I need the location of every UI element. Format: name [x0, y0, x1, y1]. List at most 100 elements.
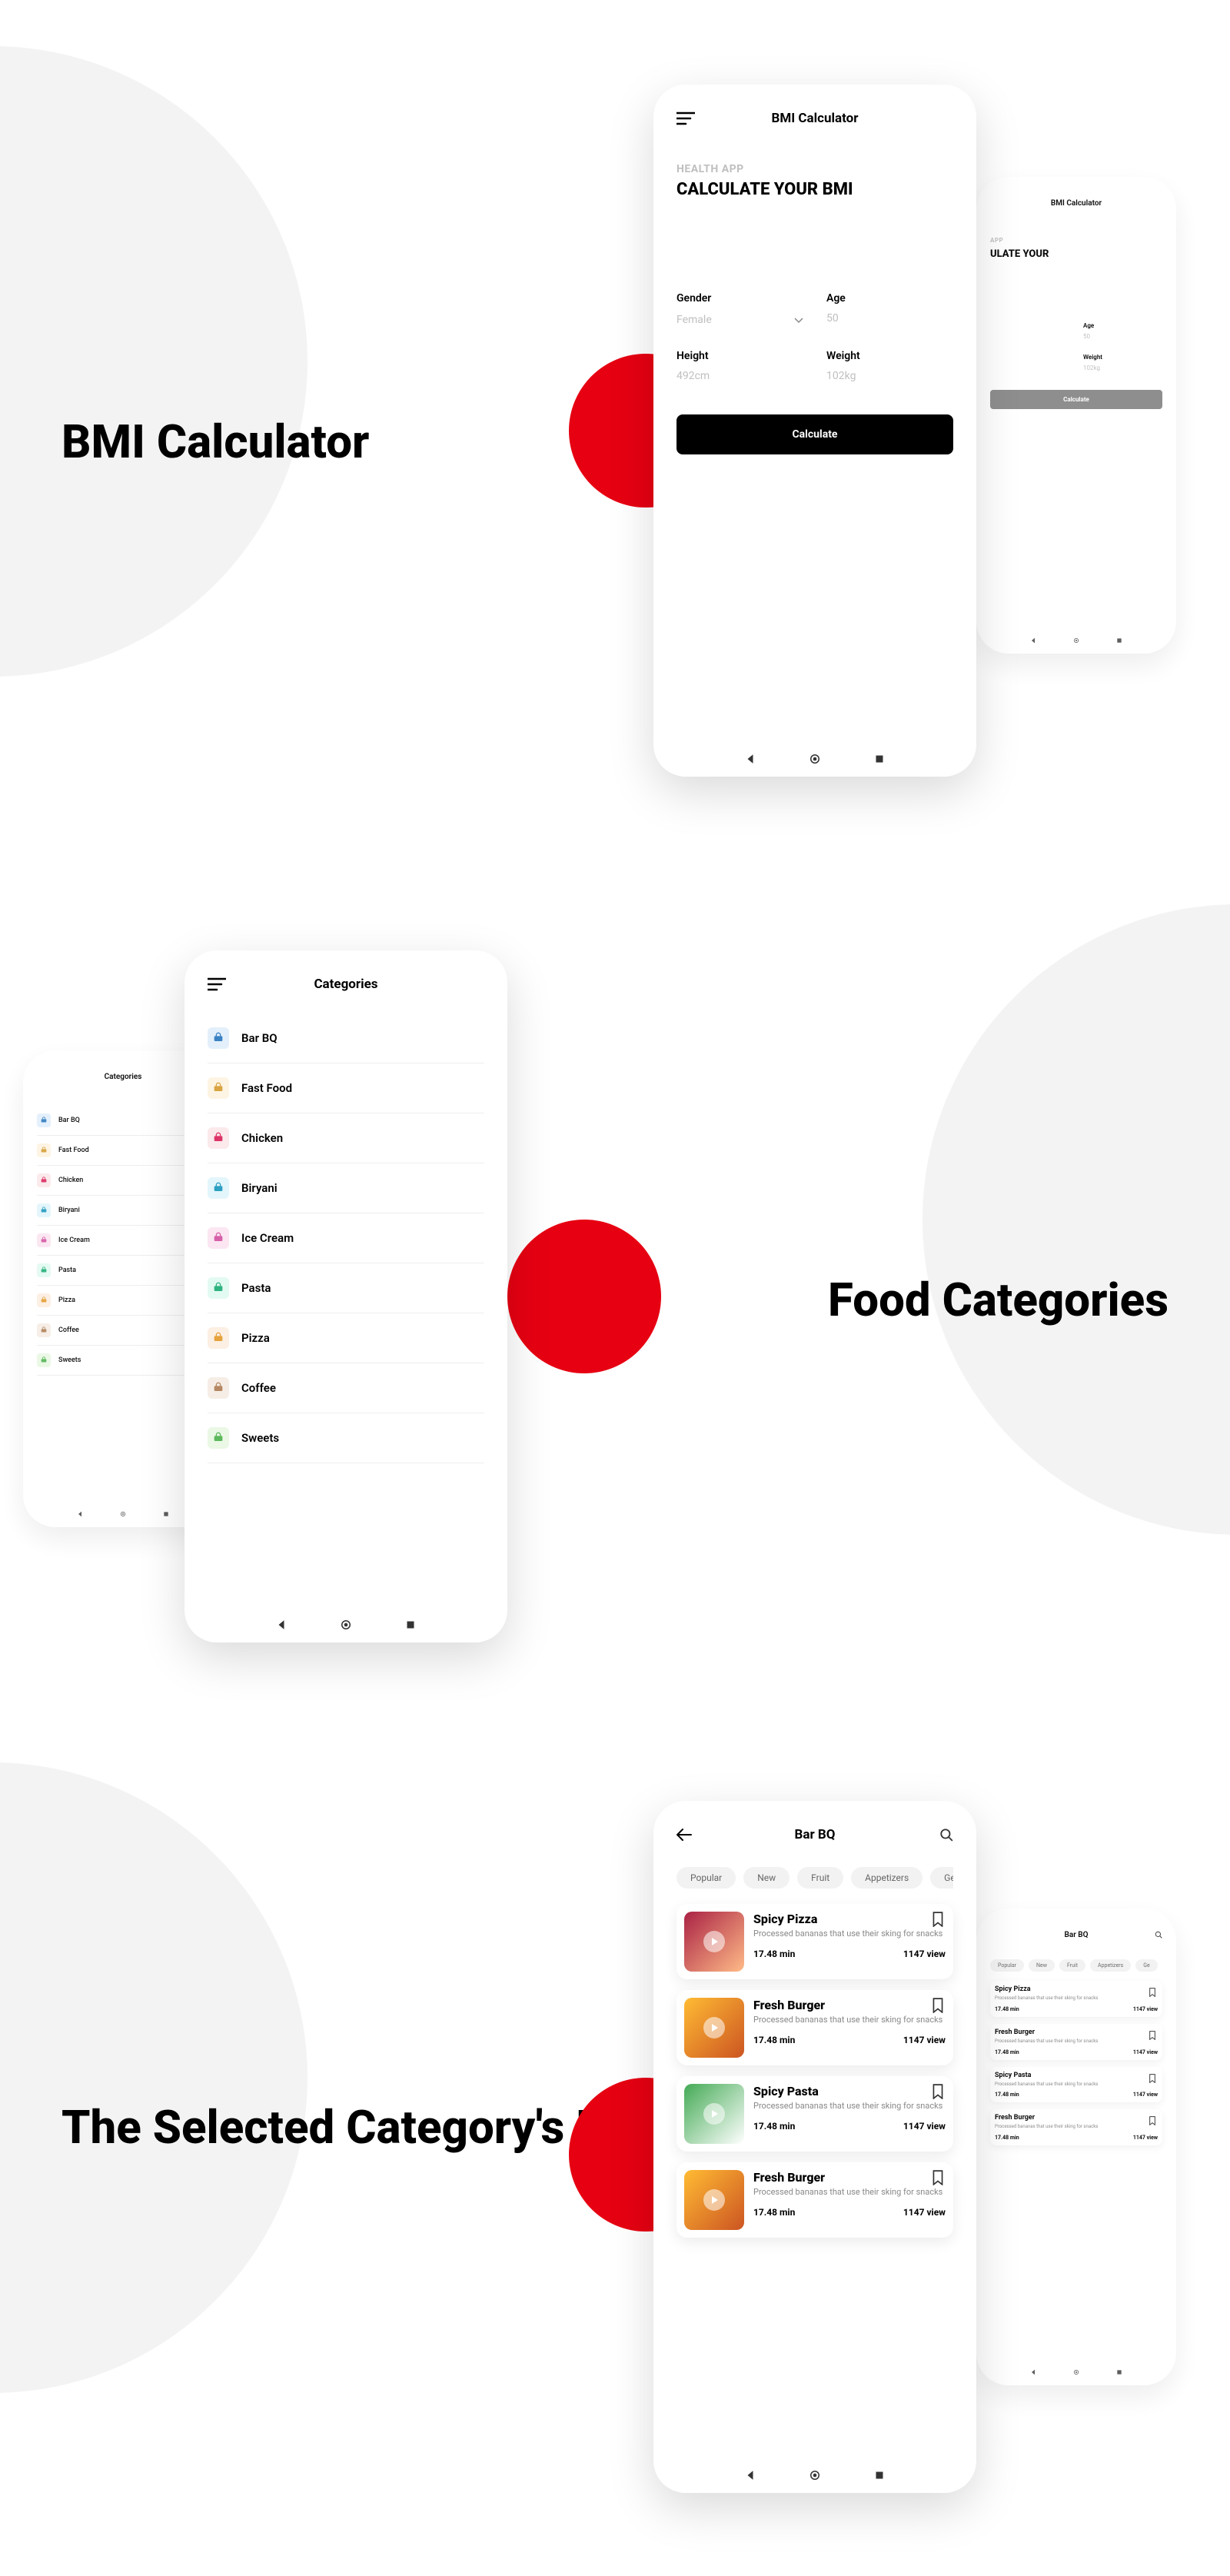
nav-recent-icon[interactable]: [405, 1619, 416, 1630]
bookmark-icon[interactable]: [932, 2084, 944, 2102]
category-item[interactable]: Sweets: [37, 1346, 209, 1376]
category-item[interactable]: Pizza: [37, 1286, 209, 1316]
field-age[interactable]: Age 50: [1083, 322, 1162, 340]
nav-back-icon[interactable]: [1028, 635, 1039, 646]
nav-back-icon[interactable]: [276, 1619, 287, 1630]
food-card[interactable]: Fresh BurgerProcessed bananas that use t…: [676, 2162, 953, 2238]
category-item[interactable]: Pasta: [208, 1263, 484, 1313]
filter-chip[interactable]: Fruit: [797, 1867, 843, 1889]
nav-recent-icon[interactable]: [1114, 2367, 1125, 2378]
menu-icon[interactable]: [208, 977, 226, 991]
calculate-button[interactable]: Calculate: [676, 414, 953, 454]
category-item[interactable]: Pasta: [37, 1256, 209, 1286]
header-title: Bar BQ: [1064, 1931, 1088, 1939]
play-icon[interactable]: [703, 2103, 725, 2125]
android-nav: [653, 2470, 976, 2481]
category-item[interactable]: Ice Cream: [208, 1213, 484, 1263]
nav-back-icon[interactable]: [745, 2470, 756, 2481]
filter-chip[interactable]: Ge: [1135, 1959, 1157, 1972]
food-views: 1147 view: [903, 2121, 946, 2132]
food-card[interactable]: Fresh BurgerProcessed bananas that use t…: [990, 2109, 1162, 2145]
field-gender[interactable]: Gender Female: [676, 292, 803, 327]
food-card[interactable]: Fresh Burger Processed bananas that use t…: [990, 2024, 1162, 2060]
bookmark-icon[interactable]: [932, 1912, 944, 1930]
section-title: Food Categories: [828, 1273, 1168, 1326]
search-icon[interactable]: [939, 1828, 953, 1842]
food-card[interactable]: Spicy PastaProcessed bananas that use th…: [676, 2076, 953, 2152]
play-icon[interactable]: [703, 2017, 725, 2039]
category-item[interactable]: Chicken: [208, 1113, 484, 1163]
back-arrow-icon[interactable]: [676, 1829, 692, 1841]
filter-chip[interactable]: New: [743, 1867, 790, 1889]
category-item[interactable]: Chicken: [37, 1166, 209, 1196]
food-card[interactable]: Fresh BurgerProcessed bananas that use t…: [676, 1990, 953, 2065]
nav-home-icon[interactable]: [809, 2470, 820, 2481]
phone-header: Categories: [37, 1063, 209, 1090]
nav-back-icon[interactable]: [75, 1509, 85, 1519]
filter-chip[interactable]: Appetizers: [1090, 1959, 1131, 1972]
android-nav: [976, 2367, 1176, 2378]
nav-home-icon[interactable]: [341, 1619, 351, 1630]
bookmark-icon[interactable]: [932, 1998, 944, 2016]
food-title: Fresh Burger: [753, 1998, 946, 2012]
category-item[interactable]: Coffee: [208, 1363, 484, 1413]
category-item[interactable]: Ice Cream: [37, 1226, 209, 1256]
filter-chip[interactable]: Popular: [990, 1959, 1024, 1972]
chevron-down-icon[interactable]: [794, 312, 803, 327]
food-desc: Processed bananas that use their sking f…: [995, 2039, 1158, 2045]
food-card[interactable]: Spicy PizzaProcessed bananas that use th…: [676, 1904, 953, 1979]
calculate-button[interactable]: Calculate: [990, 390, 1162, 409]
category-item[interactable]: Biryani: [37, 1196, 209, 1226]
field-weight[interactable]: Weight 102kg: [1083, 354, 1162, 371]
nav-home-icon[interactable]: [809, 754, 820, 764]
search-icon[interactable]: [1155, 1931, 1162, 1939]
category-item[interactable]: Sweets: [208, 1413, 484, 1463]
android-nav: [976, 635, 1176, 646]
category-item[interactable]: Biryani: [208, 1163, 484, 1213]
nav-recent-icon[interactable]: [874, 2470, 885, 2481]
nav-back-icon[interactable]: [1028, 2367, 1039, 2378]
nav-recent-icon[interactable]: [161, 1509, 171, 1519]
filter-chip[interactable]: Fruit: [1059, 1959, 1085, 1972]
menu-icon[interactable]: [676, 111, 695, 125]
field-age[interactable]: Age 50: [826, 292, 953, 327]
category-item[interactable]: Bar BQ: [37, 1106, 209, 1136]
phone-header: Categories: [208, 970, 484, 998]
nav-home-icon[interactable]: [1071, 635, 1082, 646]
category-item[interactable]: Fast Food: [37, 1136, 209, 1166]
play-icon[interactable]: [703, 1931, 725, 1952]
category-label: Bar BQ: [58, 1117, 80, 1124]
bookmark-icon[interactable]: [1149, 2029, 1156, 2043]
bookmark-icon[interactable]: [1149, 1985, 1156, 2000]
bookmark-icon[interactable]: [932, 2170, 944, 2188]
category-icon: [37, 1113, 51, 1127]
play-icon[interactable]: [703, 2189, 725, 2211]
food-title: Fresh Burger: [995, 2029, 1158, 2036]
category-icon: [37, 1203, 51, 1217]
food-views: 1147 view: [1133, 2049, 1158, 2055]
nav-recent-icon[interactable]: [1114, 635, 1125, 646]
nav-home-icon[interactable]: [1071, 2367, 1082, 2378]
filter-chip[interactable]: Ge: [930, 1867, 953, 1889]
field-weight[interactable]: Weight 102kg: [826, 350, 953, 382]
food-card[interactable]: Spicy PizzaProcessed bananas that use th…: [990, 1981, 1162, 2017]
nav-recent-icon[interactable]: [874, 754, 885, 764]
food-card[interactable]: Spicy PastaProcessed bananas that use th…: [990, 2067, 1162, 2103]
category-item[interactable]: Pizza: [208, 1313, 484, 1363]
filter-chip[interactable]: Appetizers: [851, 1867, 922, 1889]
category-item[interactable]: Bar BQ: [208, 1013, 484, 1063]
field-height[interactable]: Height 492cm: [676, 350, 803, 382]
category-item[interactable]: Fast Food: [208, 1063, 484, 1113]
category-list: Bar BQ Fast FoodChickenBiryaniIce CreamPa…: [37, 1106, 209, 1515]
food-desc: Processed bananas that use their sking f…: [753, 2187, 946, 2198]
category-item[interactable]: Coffee: [37, 1316, 209, 1346]
bookmark-icon[interactable]: [1149, 2114, 1156, 2128]
filter-chip[interactable]: New: [1029, 1959, 1055, 1972]
food-time: 17.48 min: [753, 2035, 795, 2045]
nav-back-icon[interactable]: [745, 754, 756, 764]
nav-home-icon[interactable]: [118, 1509, 128, 1519]
filter-chip[interactable]: Popular: [676, 1867, 736, 1889]
section-bmi: BMI Calculator BMI Calculator APP ULATE …: [0, 0, 1230, 858]
food-views: 1147 view: [903, 2207, 946, 2218]
bookmark-icon[interactable]: [1149, 2072, 1156, 2086]
